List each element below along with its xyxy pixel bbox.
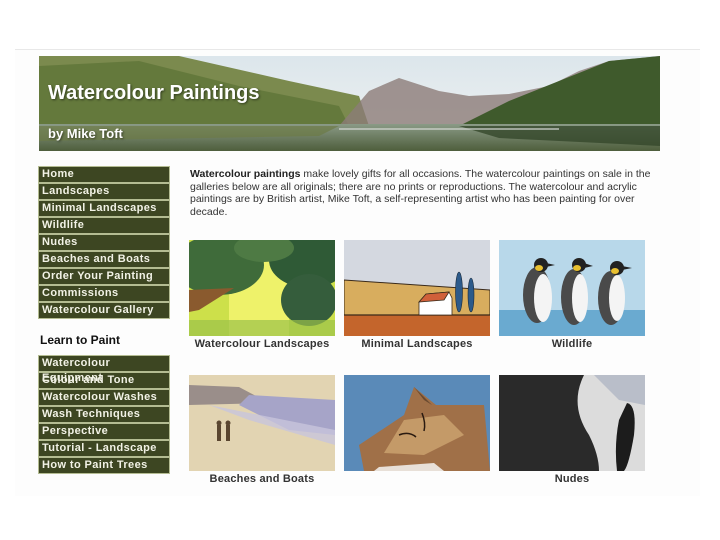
gallery-caption[interactable]: Watercolour Landscapes [189, 338, 335, 350]
intro-paragraph: Watercolour paintings make lovely gifts … [190, 168, 660, 218]
gallery-caption[interactable]: Nudes [499, 473, 645, 485]
nav-tutorial-landscape[interactable]: Tutorial - Landscape [39, 441, 169, 456]
nav-watercolour-washes[interactable]: Watercolour Washes [39, 390, 169, 405]
nav-wash-techniques[interactable]: Wash Techniques [39, 407, 169, 422]
gallery-tile-minimal-landscapes[interactable]: Minimal Landscapes [344, 240, 490, 350]
thumbnail-image[interactable] [344, 375, 490, 471]
nav-nudes[interactable]: Nudes [39, 235, 169, 250]
header-banner: Watercolour Paintings by Mike Toft [39, 56, 660, 151]
gallery-tile-cat[interactable] [344, 375, 490, 473]
nav-home[interactable]: Home [39, 167, 169, 182]
thumbnail-image[interactable] [189, 240, 335, 336]
gallery-caption[interactable]: Minimal Landscapes [344, 338, 490, 350]
gallery-caption[interactable]: Wildlife [499, 338, 645, 350]
nav-wildlife[interactable]: Wildlife [39, 218, 169, 233]
nav-minimal-landscapes[interactable]: Minimal Landscapes [39, 201, 169, 216]
gallery-tile-beaches-and-boats[interactable]: Beaches and Boats [189, 375, 335, 485]
main-nav: Home Landscapes Minimal Landscapes Wildl… [39, 167, 169, 320]
gallery-tile-nudes[interactable]: Nudes [499, 375, 645, 485]
thumbnail-image[interactable] [189, 375, 335, 471]
thumbnail-image[interactable] [499, 240, 645, 336]
site-subtitle: by Mike Toft [48, 126, 123, 141]
nav-perspective[interactable]: Perspective [39, 424, 169, 439]
nav-landscapes[interactable]: Landscapes [39, 184, 169, 199]
learn-nav: Watercolour Equipment Colour and Tone Wa… [39, 356, 169, 475]
thumbnail-image[interactable] [344, 240, 490, 336]
nav-watercolour-gallery[interactable]: Watercolour Gallery [39, 303, 169, 318]
gallery-caption[interactable]: Beaches and Boats [189, 473, 335, 485]
thumbnail-image[interactable] [499, 375, 645, 471]
intro-bold: Watercolour paintings [190, 168, 301, 180]
nav-how-to-paint-trees[interactable]: How to Paint Trees [39, 458, 169, 473]
site-title: Watercolour Paintings [48, 82, 260, 104]
nav-watercolour-equipment[interactable]: Watercolour Equipment [39, 356, 169, 384]
nav-colour-and-tone[interactable]: Colour and Tone [39, 373, 169, 388]
nav-commissions[interactable]: Commissions [39, 286, 169, 301]
gallery-tile-watercolour-landscapes[interactable]: Watercolour Landscapes [189, 240, 335, 350]
gallery-tile-wildlife[interactable]: Wildlife [499, 240, 645, 350]
learn-to-paint-heading: Learn to Paint [40, 333, 121, 347]
nav-order-your-painting[interactable]: Order Your Painting [39, 269, 169, 284]
nav-beaches-and-boats[interactable]: Beaches and Boats [39, 252, 169, 267]
